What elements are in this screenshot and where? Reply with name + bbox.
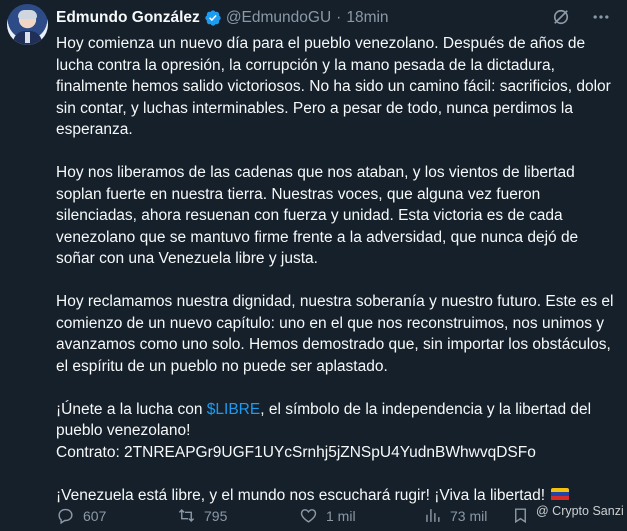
more-options-icon[interactable] bbox=[590, 7, 612, 27]
contract-address: Contrato: 2TNREAPGr9UGF1UYcSrnhj5jZNSpU4… bbox=[56, 443, 536, 461]
heart-icon bbox=[300, 509, 317, 523]
like-count: 1 mil bbox=[326, 507, 356, 524]
bookmark-button[interactable] bbox=[511, 506, 538, 525]
cashtag-link[interactable]: $LIBRE bbox=[207, 401, 260, 418]
tweet-header: Edmundo González @EdmundoGU · 18min bbox=[56, 7, 389, 29]
paragraph-4-start: ¡Únete a la lucha con bbox=[56, 400, 207, 418]
tweet-paragraph-2: Hoy nos liberamos de las cadenas que nos… bbox=[56, 164, 579, 267]
retweet-icon bbox=[178, 508, 195, 523]
author-handle[interactable]: @EdmundoGU bbox=[226, 9, 331, 27]
tweet-paragraph-3: Hoy reclamamos nuestra dignidad, nuestra… bbox=[56, 293, 614, 375]
tweet-paragraph-1: Hoy comienza un nuevo día para el pueblo… bbox=[56, 35, 611, 138]
bookmark-icon bbox=[515, 508, 526, 524]
avatar-hair bbox=[18, 10, 37, 19]
paragraph-5-text: ¡Venezuela está libre, y el mundo nos es… bbox=[56, 486, 546, 504]
avatar-tie bbox=[25, 32, 30, 43]
tweet-text: Hoy comienza un nuevo día para el pueblo… bbox=[56, 33, 614, 528]
retweet-button[interactable]: 795 bbox=[177, 506, 227, 525]
tweet-timestamp[interactable]: 18min bbox=[346, 9, 388, 27]
reply-icon bbox=[58, 508, 73, 525]
tweet-paragraph-5: ¡Venezuela está libre, y el mundo nos es… bbox=[56, 485, 614, 507]
verified-badge-icon[interactable] bbox=[204, 9, 222, 27]
views-count: 73 mil bbox=[450, 507, 488, 524]
like-button[interactable]: 1 mil bbox=[299, 506, 356, 525]
reply-button[interactable]: 607 bbox=[56, 506, 106, 525]
tweet-paragraph-4: ¡Únete a la lucha con $LIBRE, el símbolo… bbox=[56, 399, 614, 464]
views-button[interactable]: 73 mil bbox=[423, 506, 487, 525]
avatar[interactable] bbox=[7, 4, 48, 45]
retweet-count: 795 bbox=[204, 507, 228, 524]
grok-icon[interactable] bbox=[551, 7, 571, 27]
reply-count: 607 bbox=[83, 507, 107, 524]
author-name[interactable]: Edmundo González bbox=[56, 9, 200, 27]
views-icon bbox=[426, 509, 440, 522]
watermark: @ Crypto Sanzi bbox=[536, 504, 624, 518]
venezuela-flag-icon bbox=[551, 487, 570, 501]
separator-dot: · bbox=[336, 9, 342, 26]
